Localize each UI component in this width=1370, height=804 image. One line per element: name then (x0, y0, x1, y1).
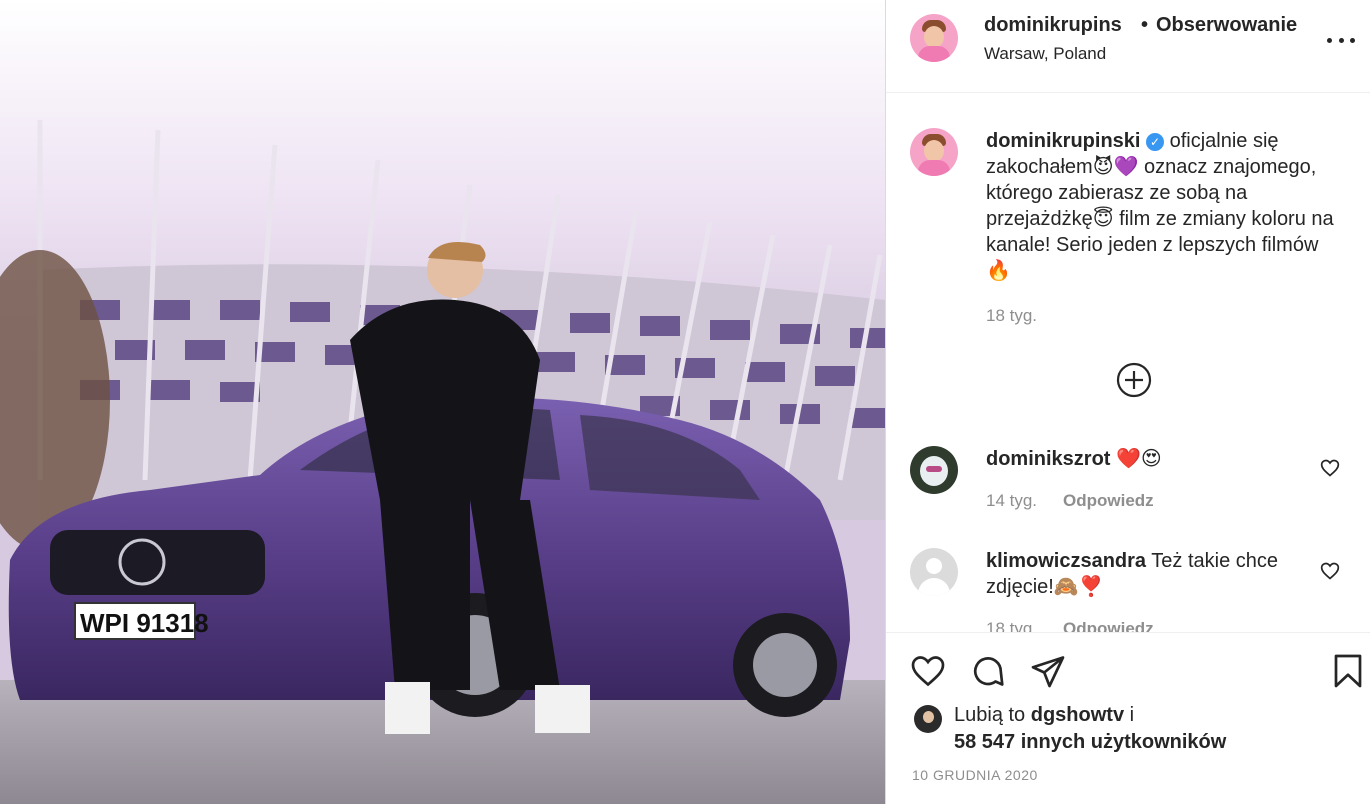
caption-time[interactable]: 18 tyg. (986, 306, 1037, 326)
location-link[interactable]: Warsaw, Poland (984, 44, 1106, 64)
comment-time[interactable]: 14 tyg. (986, 491, 1037, 511)
comment-like-heart-icon[interactable] (1320, 458, 1340, 478)
author-avatar[interactable] (910, 14, 958, 62)
license-plate: WPI 91318 (80, 608, 209, 638)
comment-time[interactable]: 18 tyg. (986, 619, 1037, 632)
post-date[interactable]: 10 GRUDNIA 2020 (912, 767, 1038, 783)
comment-avatar[interactable] (910, 446, 958, 494)
header-separator: • (1141, 14, 1149, 36)
author-username[interactable]: dominikrupins (984, 14, 1122, 37)
caption-avatar[interactable] (910, 128, 958, 176)
likes-summary: Lubią to dgshowtv i 58 547 innych użytko… (954, 702, 1226, 756)
likes-suffix: i (1124, 704, 1135, 726)
comment-username[interactable]: klimowiczsandra (986, 550, 1146, 572)
liker-avatar[interactable] (914, 705, 942, 733)
post-panel: dominikrupins • Obserwowanie Warsaw, Pol… (885, 0, 1370, 804)
comments-section[interactable]: dominikrupinski ✓ oficjalnie się zakocha… (886, 94, 1370, 632)
plus-circle-icon[interactable] (1116, 362, 1152, 398)
caption-username[interactable]: dominikrupinski (986, 130, 1140, 152)
comment-text: dominikszrot ❤️😍 (986, 446, 1316, 472)
reply-button[interactable]: Odpowiedz (1063, 491, 1154, 511)
liker-username[interactable]: dgshowtv (1031, 704, 1124, 726)
post-photo[interactable]: WPI 91318 (0, 0, 885, 804)
comment-body: ❤️😍 (1116, 448, 1162, 470)
likes-prefix: Lubią to (954, 704, 1031, 726)
following-button[interactable]: Obserwowanie (1156, 14, 1297, 37)
post-image: WPI 91318 (0, 0, 885, 804)
caption-text: dominikrupinski ✓ oficjalnie się zakocha… (986, 128, 1336, 284)
comment-avatar[interactable] (910, 548, 958, 596)
likes-count[interactable]: 58 547 innych użytkowników (954, 731, 1226, 753)
caption-body: oficjalnie się zakochałem😈💜 oznacz znajo… (986, 130, 1334, 282)
bookmark-icon[interactable] (1330, 653, 1366, 689)
comment-username[interactable]: dominikszrot (986, 448, 1110, 470)
comment-like-heart-icon[interactable] (1320, 561, 1340, 581)
paper-plane-icon[interactable] (1030, 653, 1066, 689)
comment-text: klimowiczsandra Też takie chce zdjęcie!🙈… (986, 548, 1316, 600)
post-header: dominikrupins • Obserwowanie Warsaw, Pol… (886, 0, 1370, 93)
comment-icon[interactable] (970, 653, 1006, 689)
verified-badge-icon: ✓ (1146, 133, 1165, 151)
post-actions: Lubią to dgshowtv i 58 547 innych użytko… (886, 632, 1370, 804)
reply-button[interactable]: Odpowiedz (1063, 619, 1154, 632)
more-options-icon[interactable] (1327, 28, 1355, 52)
heart-icon[interactable] (910, 653, 946, 689)
